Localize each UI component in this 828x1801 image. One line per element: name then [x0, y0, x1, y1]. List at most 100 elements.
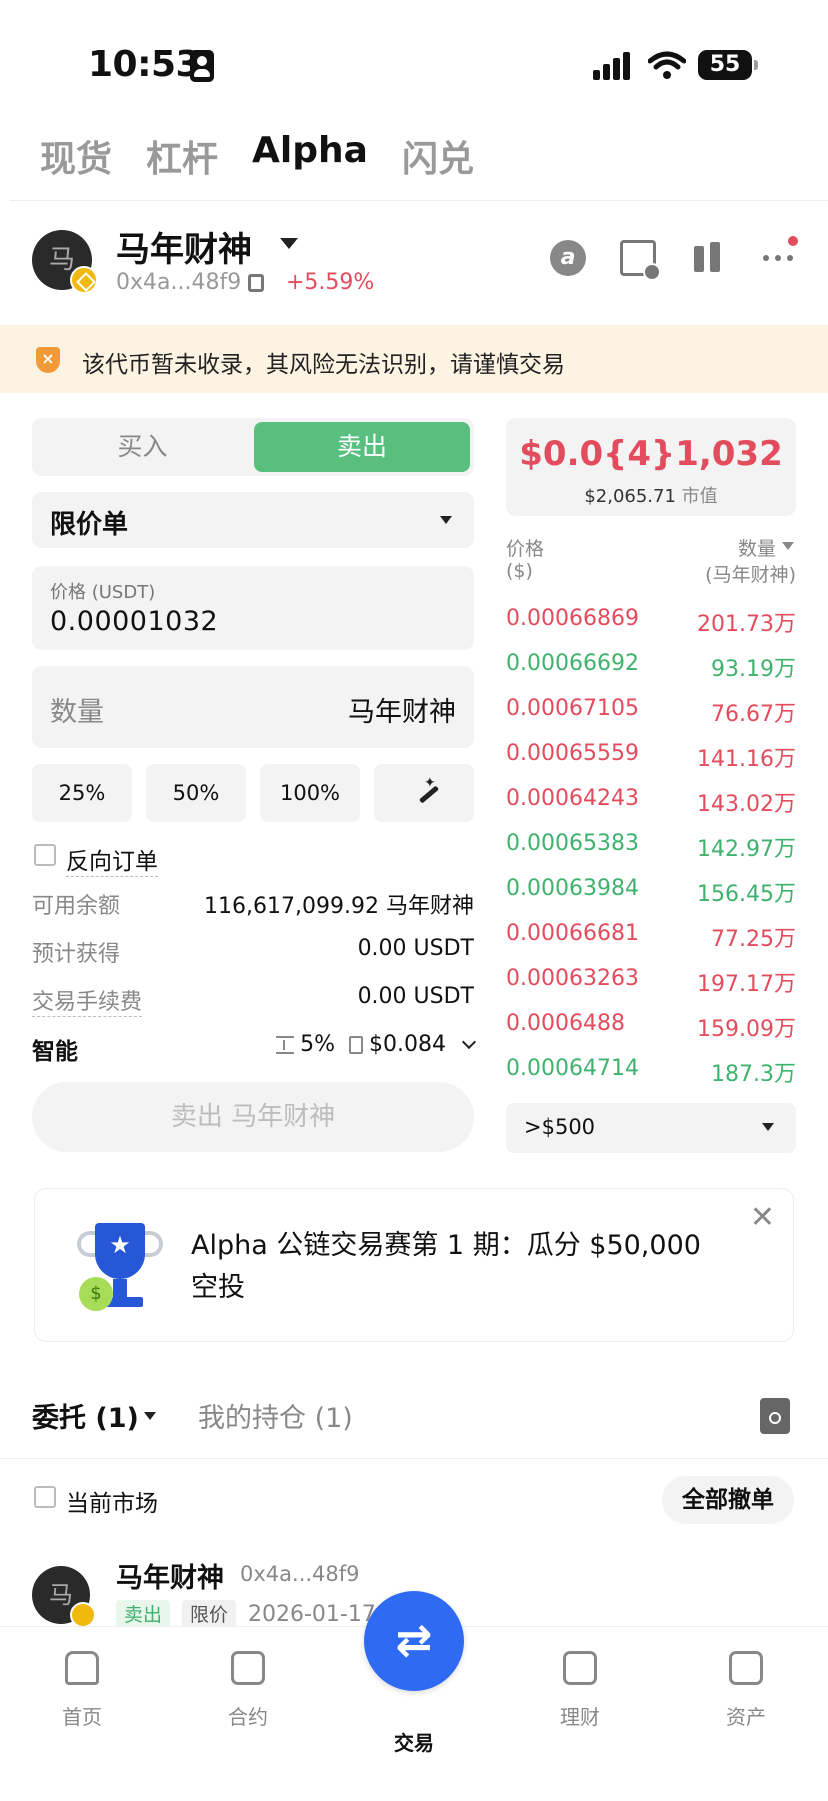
- sell-tab[interactable]: 卖出: [254, 422, 470, 472]
- token-avatar-char: 马: [48, 245, 75, 275]
- token-selector-chevron-icon[interactable]: [280, 238, 298, 249]
- order-type-select[interactable]: 限价单: [32, 492, 474, 548]
- price-input-label: 价格 (USDT): [50, 582, 156, 603]
- buy-tab[interactable]: 买入: [32, 418, 253, 476]
- expected-receive-value: 0.00 USDT: [357, 936, 474, 961]
- order-book-row[interactable]: 0.00067105 76.67万: [506, 696, 796, 736]
- focus-person-icon: [190, 50, 214, 82]
- promo-text[interactable]: Alpha 公链交易赛第 1 期：瓜分 $50,000 空投: [191, 1225, 711, 1309]
- tab-convert[interactable]: 闪兑: [402, 130, 474, 182]
- more-icon[interactable]: [760, 236, 798, 276]
- order-book-price: 0.00067105: [506, 696, 639, 721]
- expected-receive-label: 预计获得: [32, 942, 121, 967]
- order-book-price: 0.00066681: [506, 921, 639, 946]
- alpha-icon[interactable]: a: [550, 240, 586, 276]
- order-book-row[interactable]: 0.00063984 156.45万: [506, 876, 796, 916]
- order-book-qty-unit: (马年财神): [705, 564, 796, 586]
- chevron-down-icon[interactable]: [782, 542, 794, 550]
- magic-wand-icon[interactable]: [374, 754, 474, 822]
- order-book-row[interactable]: 0.00065559 141.16万: [506, 741, 796, 781]
- nav-home[interactable]: 首页: [32, 1651, 132, 1730]
- chart-icon[interactable]: [620, 240, 661, 281]
- order-book-price-unit: ($): [506, 560, 533, 582]
- order-book-row[interactable]: 0.0006488 159.09万: [506, 1011, 796, 1051]
- nav-earn[interactable]: 理财: [530, 1651, 630, 1730]
- trading-fee-label[interactable]: 交易手续费: [32, 984, 143, 1017]
- token-avatar[interactable]: 马: [32, 230, 98, 294]
- order-book-price: 0.00065383: [506, 831, 639, 856]
- market-cap-label: 市值: [681, 486, 718, 507]
- available-balance-label: 可用余额: [32, 894, 121, 919]
- copy-icon[interactable]: [248, 274, 264, 292]
- order-book-row[interactable]: 0.00065383 142.97万: [506, 831, 796, 871]
- candlestick-icon[interactable]: [690, 240, 726, 276]
- order-book-qty: 142.97万: [697, 837, 796, 862]
- orders-tabs: 委托 (1) 我的持仓 (1): [32, 1396, 796, 1440]
- price-card: $0.0{4}1,032 $2,065.71 市值: [506, 418, 796, 516]
- reverse-order-checkbox[interactable]: [34, 844, 56, 866]
- order-book-row[interactable]: 0.00064243 143.02万: [506, 786, 796, 826]
- trophy-icon: ★ $: [75, 1223, 165, 1313]
- tab-alpha[interactable]: Alpha: [252, 130, 368, 182]
- nav-home-label: 首页: [62, 1705, 102, 1729]
- reverse-order-label[interactable]: 反向订单: [66, 842, 158, 877]
- order-book-price: 0.00066869: [506, 606, 639, 631]
- order-book-row[interactable]: 0.00066692 93.19万: [506, 651, 796, 691]
- order-book-qty-header[interactable]: 数量: [738, 534, 776, 561]
- smart-settings[interactable]: 5% $0.084: [276, 1032, 477, 1057]
- token-avatar-char: 马: [49, 1581, 73, 1609]
- cancel-all-button[interactable]: 全部撤单: [662, 1476, 794, 1524]
- order-book-row[interactable]: 0.00066681 77.25万: [506, 921, 796, 961]
- tab-open-orders[interactable]: 委托 (1): [32, 1396, 139, 1435]
- nav-trade[interactable]: 交易: [364, 1727, 464, 1756]
- order-book-filter-select[interactable]: >$500: [506, 1103, 796, 1153]
- available-balance-row: 可用余额 116,617,099.92 马年财神: [32, 888, 474, 922]
- chevron-down-icon: [440, 516, 452, 524]
- price-input[interactable]: 价格 (USDT) 0.00001032: [32, 566, 474, 650]
- smart-label: 智能: [32, 1039, 78, 1065]
- pct-100-button[interactable]: 100%: [260, 764, 360, 822]
- order-book-price: 0.00065559: [506, 741, 639, 766]
- order-book-qty: 93.19万: [711, 657, 796, 682]
- order-book-price: 0.00066692: [506, 651, 639, 676]
- order-type-label: 限价单: [50, 510, 129, 540]
- nav-futures[interactable]: 合约: [198, 1651, 298, 1730]
- tab-spot[interactable]: 现货: [40, 130, 112, 182]
- order-token-name: 马年财神: [116, 1563, 224, 1594]
- order-book-row[interactable]: 0.00063263 197.17万: [506, 966, 796, 1006]
- expected-receive-row: 预计获得 0.00 USDT: [32, 936, 474, 970]
- chevron-down-icon[interactable]: [144, 1412, 156, 1420]
- order-history-icon[interactable]: [760, 1398, 790, 1434]
- divider: [0, 1458, 828, 1459]
- nav-assets[interactable]: 资产: [696, 1651, 796, 1730]
- tab-positions[interactable]: 我的持仓 (1): [198, 1396, 353, 1435]
- token-name[interactable]: 马年财神: [116, 222, 252, 271]
- order-book-price: 0.00063984: [506, 876, 639, 901]
- bottom-navigation: 首页 合约 ⇄ 交易 理财 资产: [0, 1591, 828, 1801]
- status-time: 10:53: [88, 44, 201, 85]
- order-book-price: 0.0006488: [506, 1011, 625, 1036]
- pct-25-button[interactable]: 25%: [32, 764, 132, 822]
- price-input-value[interactable]: 0.00001032: [50, 606, 218, 637]
- tab-margin[interactable]: 杠杆: [146, 130, 218, 182]
- quantity-input[interactable]: 数量 马年财神: [32, 666, 474, 748]
- battery-icon: 55: [698, 50, 758, 80]
- pct-50-button[interactable]: 50%: [146, 764, 246, 822]
- trade-icon[interactable]: ⇄: [364, 1591, 464, 1691]
- order-book-row[interactable]: 0.00064714 187.3万: [506, 1056, 796, 1096]
- sell-submit-button[interactable]: 卖出 马年财神: [32, 1082, 474, 1152]
- order-book-row[interactable]: 0.00066869 201.73万: [506, 606, 796, 646]
- smart-settings-row[interactable]: 智能 5% $0.084: [32, 1032, 477, 1066]
- order-token-address: 0x4a...48f9: [240, 1562, 360, 1586]
- current-market-label[interactable]: 当前市场: [66, 1484, 158, 1518]
- promo-card[interactable]: ★ $ Alpha 公链交易赛第 1 期：瓜分 $50,000 空投 ✕: [34, 1188, 794, 1342]
- shield-warning-icon: ×: [36, 347, 60, 373]
- order-book-header: 价格 ($) 数量 (马年财神): [506, 534, 796, 586]
- current-price: $0.0{4}1,032: [519, 434, 783, 474]
- close-icon[interactable]: ✕: [750, 1203, 775, 1233]
- nav-earn-label: 理财: [560, 1705, 600, 1729]
- risk-warning-text: 该代币暂未收录，其风险无法识别，请谨慎交易: [82, 352, 565, 378]
- current-market-checkbox[interactable]: [34, 1486, 56, 1508]
- nav-trade-label: 交易: [394, 1731, 434, 1755]
- chevron-down-icon: [461, 1034, 477, 1049]
